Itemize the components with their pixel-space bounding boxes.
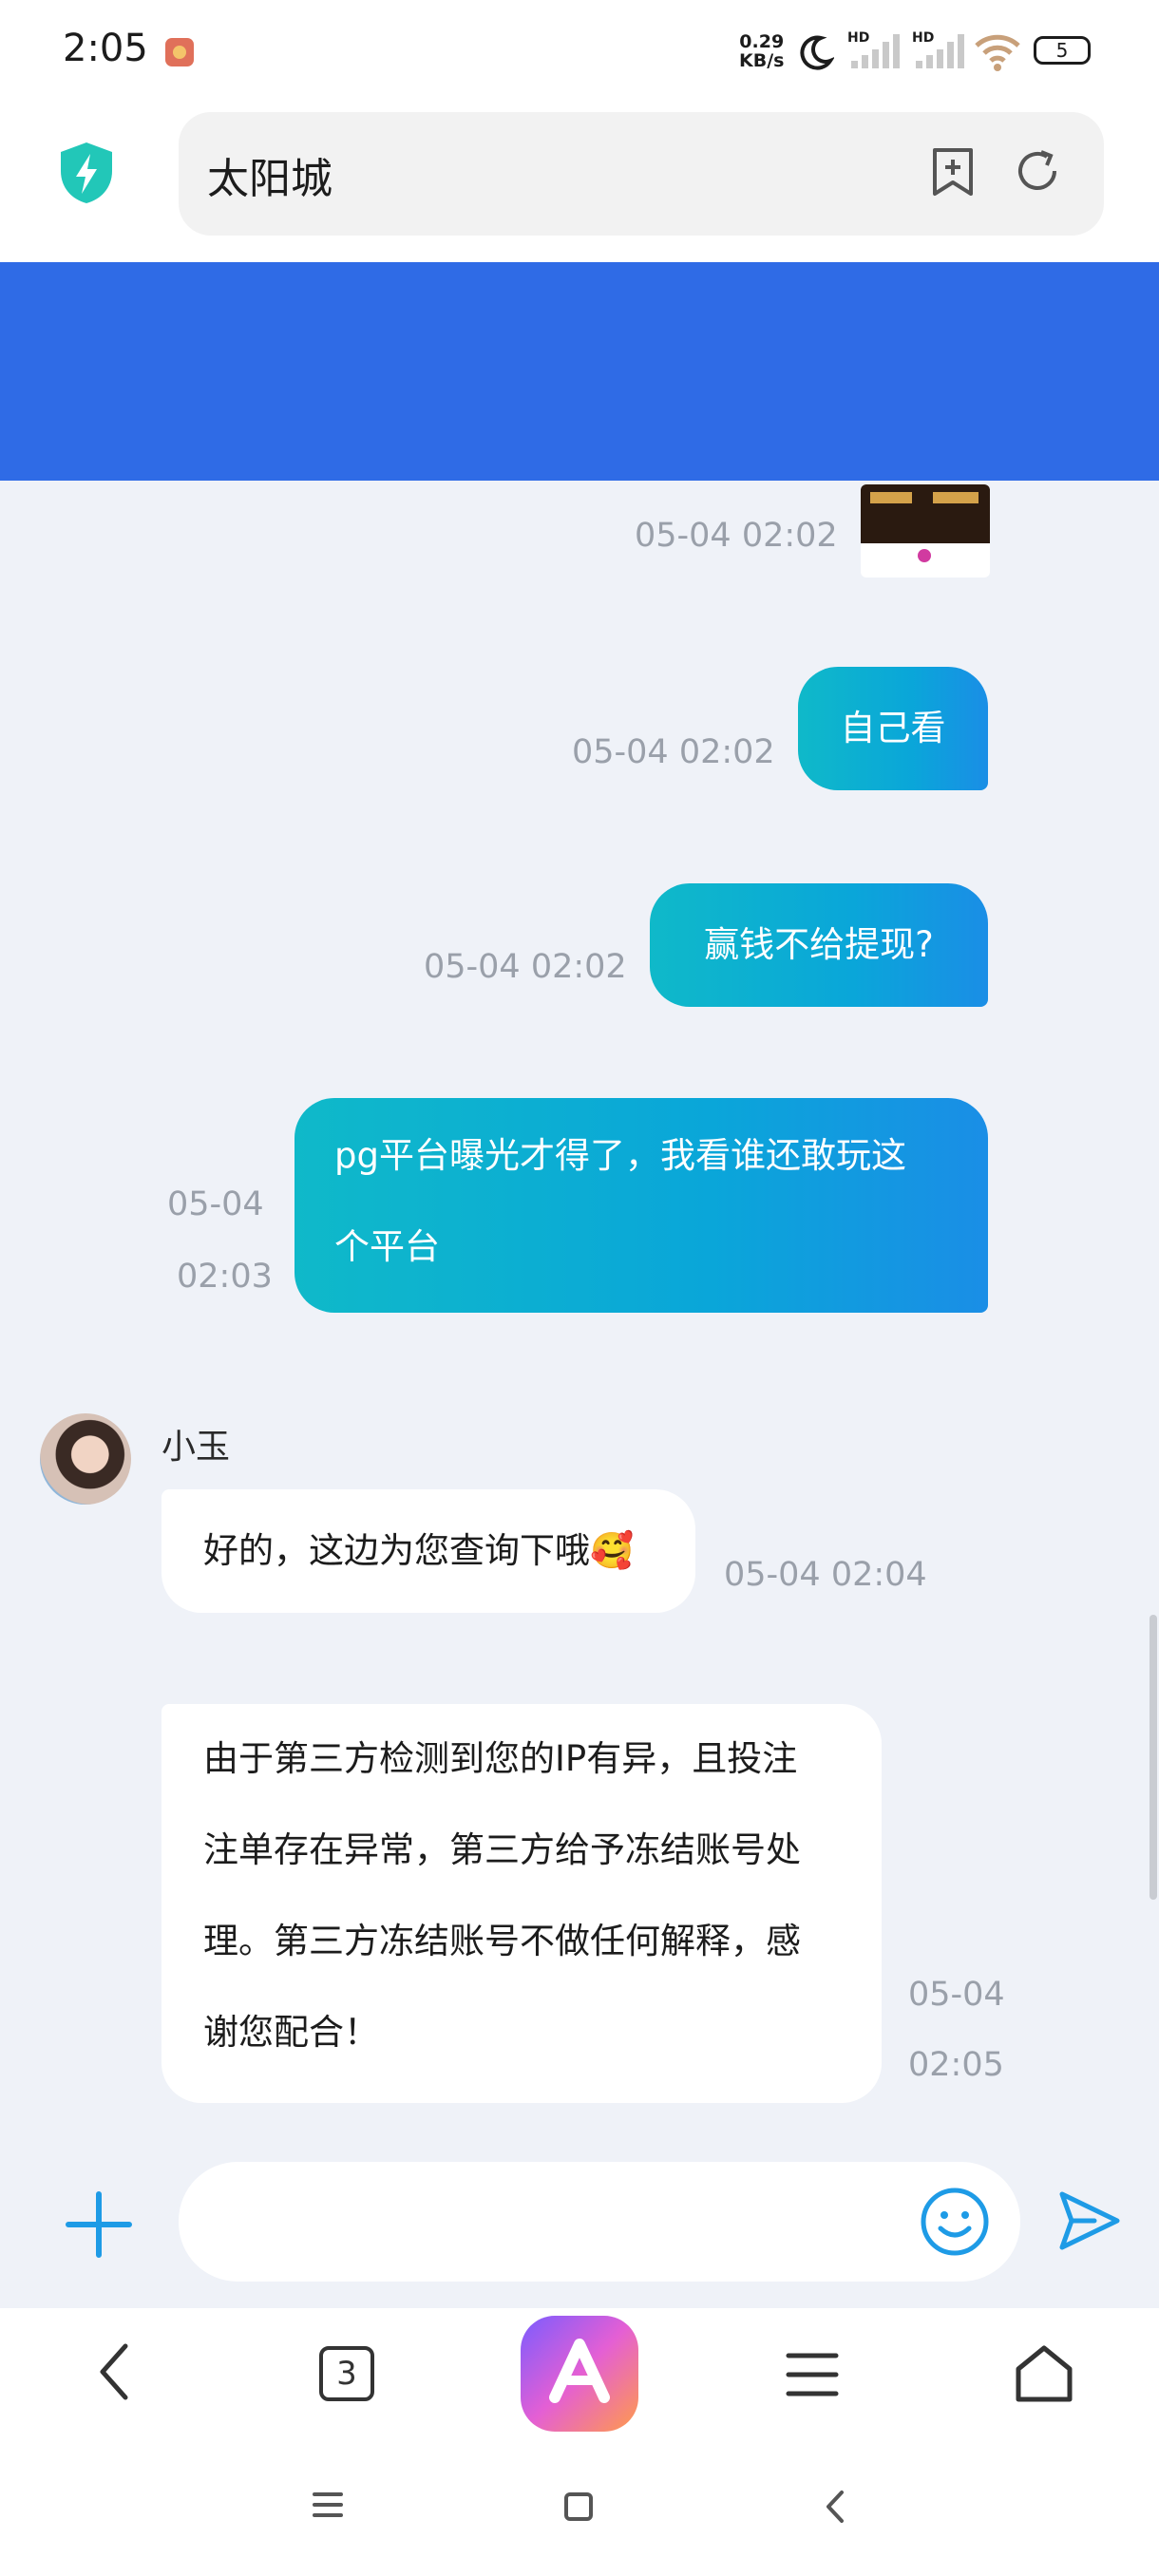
message-line: 注单存在异常，第三方给予冻结账号处 [203, 1829, 801, 1870]
message-time-clock: 02:03 [177, 1258, 273, 1296]
message-bubble[interactable]: 赢钱不给提现? [650, 883, 988, 1007]
scrollbar[interactable] [1150, 1615, 1157, 1900]
status-time: 2:05 [63, 27, 148, 70]
sender-name: 小玉 [162, 1428, 231, 1467]
app-logo[interactable] [521, 2316, 638, 2432]
message-time-date: 05-04 [167, 1185, 264, 1223]
menu-icon[interactable] [785, 2350, 840, 2399]
battery-level: 5 [1055, 39, 1069, 62]
wifi-icon [975, 34, 1020, 71]
avatar[interactable] [40, 1413, 131, 1505]
tabs-icon[interactable]: 3 [319, 2346, 374, 2401]
message-line: 谢您配合！ [203, 2012, 379, 2053]
message-time: 05-04 02:04 [724, 1556, 927, 1594]
top-banner [0, 262, 1159, 481]
moon-icon [800, 35, 834, 70]
message-time: 05-04 02:02 [424, 948, 627, 986]
bookmark-add-icon[interactable] [929, 146, 977, 198]
thumbnail-image [861, 484, 990, 543]
message-line: 个平台 [334, 1226, 440, 1267]
notification-app-icon [165, 38, 194, 66]
network-speed: 0.29 KB/s [739, 32, 784, 70]
signal-strength-icon: HD [847, 30, 900, 68]
message-time: 05-04 02:02 [572, 733, 775, 771]
sys-home-icon[interactable] [564, 2492, 593, 2521]
refresh-icon[interactable] [1013, 146, 1062, 196]
message-input[interactable] [179, 2162, 1020, 2282]
message-line: 由于第三方检测到您的IP有异，且投注 [203, 1738, 798, 1779]
network-speed-value: 0.29 [739, 31, 785, 52]
message-time: 05-04 02:02 [635, 517, 838, 555]
message-line: pg平台曝光才得了，我看谁还敢玩这 [334, 1135, 906, 1176]
signal-label: HD [847, 30, 869, 46]
sys-back-icon[interactable] [823, 2489, 846, 2525]
network-speed-unit: KB/s [739, 50, 785, 71]
back-icon[interactable] [91, 2340, 137, 2403]
thumbnail-dot [918, 549, 931, 562]
home-icon[interactable] [1013, 2342, 1075, 2405]
message-time-clock: 02:05 [908, 2046, 1004, 2084]
message-bubble[interactable]: 自己看 [798, 667, 988, 790]
address-text[interactable]: 太阳城 [207, 144, 332, 205]
emoji-icon[interactable] [918, 2185, 992, 2259]
screen: 2:05 0.29 KB/s HD HD 5 太阳城 05-04 02:02 0… [0, 0, 1159, 2576]
app-logo-glyph [549, 2339, 610, 2403]
send-icon[interactable] [1056, 2188, 1123, 2253]
message-bubble[interactable]: pg平台曝光才得了，我看谁还敢玩这 个平台 [294, 1098, 988, 1313]
plus-icon[interactable] [65, 2190, 133, 2259]
shield-icon[interactable] [57, 141, 116, 205]
message-bubble[interactable]: 好的，这边为您查询下哦🥰 [162, 1489, 695, 1613]
message-line: 理。第三方冻结账号不做任何解释，感 [203, 1921, 801, 1961]
sys-menu-icon[interactable] [312, 2491, 344, 2519]
signal-label: HD [912, 30, 934, 46]
signal-strength-icon: HD [912, 30, 964, 68]
message-time-date: 05-04 [908, 1976, 1005, 2014]
message-bubble[interactable]: 由于第三方检测到您的IP有异，且投注 注单存在异常，第三方给予冻结账号处 理。第… [162, 1704, 882, 2103]
image-message-thumbnail[interactable] [861, 484, 990, 578]
